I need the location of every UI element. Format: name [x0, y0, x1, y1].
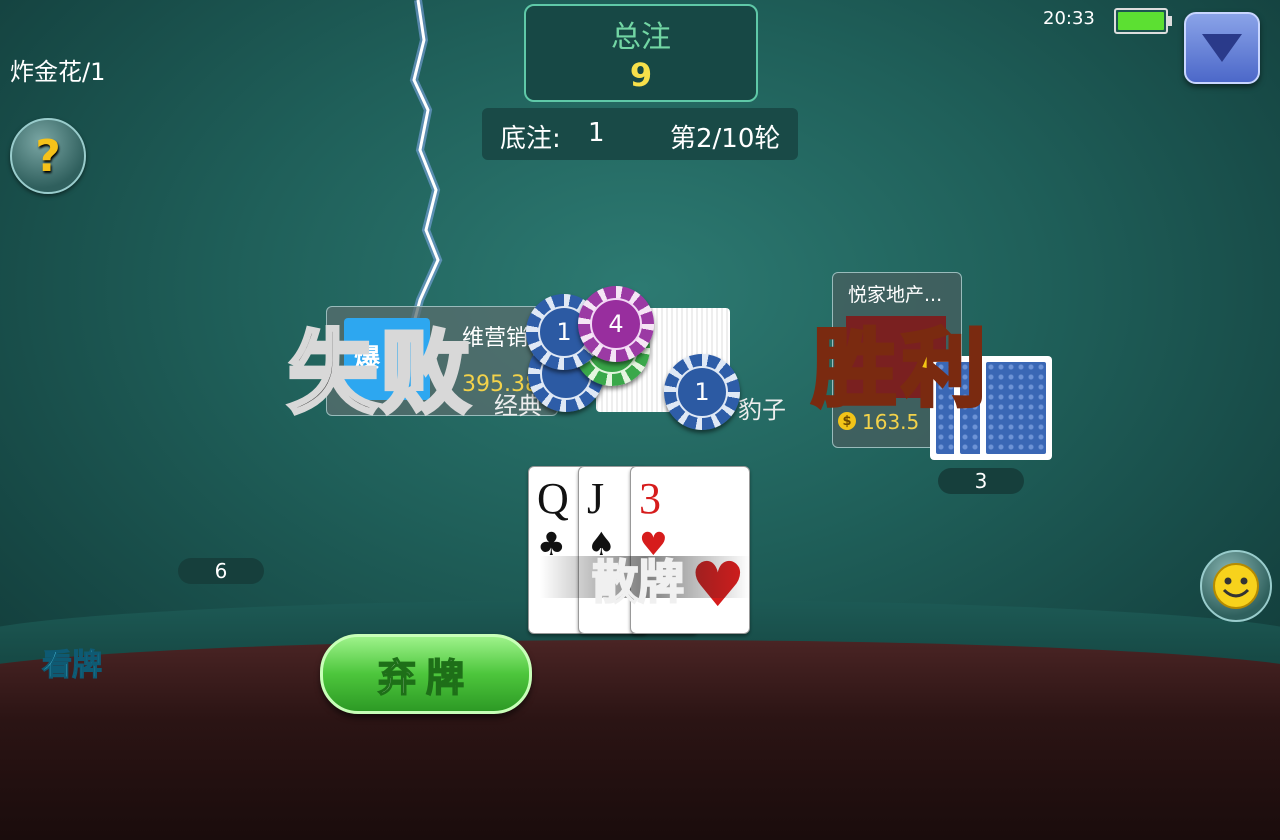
my-card-count: 6 — [178, 558, 264, 584]
winning-hand-type: 豹子 — [738, 396, 786, 424]
pot-label: 总注 — [611, 20, 671, 55]
base-bet-value: 1 — [588, 118, 605, 148]
chip: 4 — [578, 286, 654, 362]
right-player-card-count: 3 — [938, 468, 1024, 494]
fold-button[interactable]: 弃牌 — [320, 634, 532, 714]
chip-value: 1 — [676, 366, 728, 418]
round-counter: 第2/10轮 — [670, 124, 781, 154]
table-rail — [0, 640, 1280, 840]
base-bet-label: 底注: — [500, 124, 561, 154]
my-hand-type: 散牌 — [591, 554, 685, 610]
battery-icon — [1114, 8, 1172, 34]
chip: 1 — [664, 354, 740, 430]
pot-value: 9 — [629, 56, 653, 94]
menu-dropdown-button[interactable] — [1184, 12, 1260, 84]
card-rank: Q — [537, 474, 569, 523]
chip-value: 4 — [590, 298, 642, 350]
pot-panel: 总注 9 — [524, 4, 758, 102]
card-rank: J — [587, 474, 605, 523]
emoji-button[interactable] — [1200, 550, 1272, 622]
game-title: 炸金花/1 — [10, 58, 106, 86]
lightning-effect — [408, 0, 443, 332]
smiley-icon — [1213, 563, 1259, 609]
look-cards-button[interactable]: 看牌 — [42, 640, 103, 684]
question-icon: ? — [35, 130, 61, 182]
round-info-bar: 底注: 1 第2/10轮 — [482, 108, 798, 160]
card-rank: 3 — [639, 474, 661, 523]
win-result-text: 胜利 — [810, 317, 993, 420]
clock: 20:33 — [1043, 8, 1095, 29]
triangle-down-icon — [1202, 34, 1242, 62]
help-button[interactable]: ? — [10, 118, 86, 194]
lose-result-text: 失败 — [286, 318, 472, 428]
fold-button-label: 弃牌 — [377, 655, 474, 701]
